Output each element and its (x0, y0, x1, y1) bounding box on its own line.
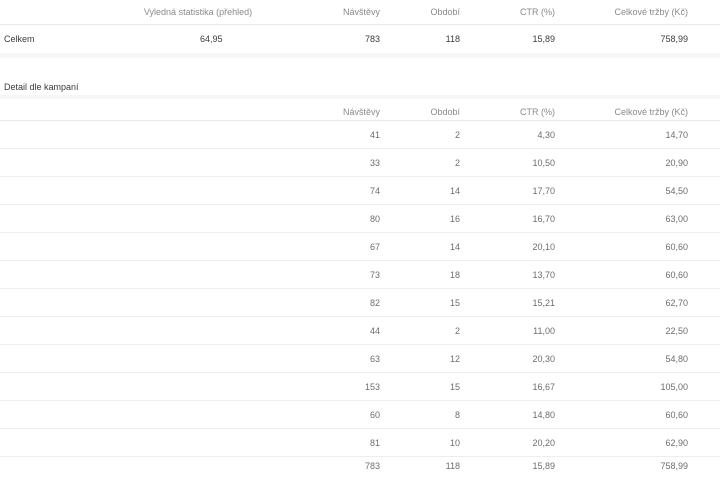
summary-header-col4: Celkové tržby (Kč) (614, 7, 688, 17)
table-row[interactable]: 41 2 4,30 14,70 (0, 121, 720, 149)
cell-ctr: 20,30 (532, 354, 555, 364)
cell-revenue: 62,70 (665, 298, 688, 308)
cell-revenue: 22,50 (665, 326, 688, 336)
table-row[interactable]: 63 12 20,30 54,80 (0, 345, 720, 373)
cell-revenue: 105,00 (660, 382, 688, 392)
cell-revenue: 20,90 (665, 158, 688, 168)
section-title: Detail dle kampaní (4, 82, 79, 92)
cell-revenue: 60,60 (665, 270, 688, 280)
cell-visits: 63 (369, 354, 380, 364)
total-revenue: 758,99 (660, 461, 688, 471)
divider (0, 24, 720, 25)
cell-period: 10 (449, 438, 460, 448)
section-band (0, 95, 720, 99)
section-header: Detail dle kampaní (0, 80, 720, 94)
cell-visits: 82 (369, 298, 380, 308)
cell-visits: 67 (369, 242, 380, 252)
table-row[interactable]: 74 14 17,70 54,50 (0, 177, 720, 205)
cell-revenue: 60,60 (665, 410, 688, 420)
table-row[interactable]: 60 8 14,80 60,60 (0, 401, 720, 429)
table-row[interactable]: 153 15 16,67 105,00 (0, 373, 720, 401)
summary-row-col3: 15,89 (532, 34, 555, 44)
table-row[interactable]: 33 2 10,50 20,90 (0, 149, 720, 177)
table-header-row: Návštěvy Období CTR (%) Celkové tržby (K… (0, 107, 720, 119)
summary-row-value: 64,95 (200, 34, 223, 44)
cell-ctr: 17,70 (532, 186, 555, 196)
cell-revenue: 14,70 (665, 130, 688, 140)
cell-period: 18 (449, 270, 460, 280)
cell-period: 15 (449, 382, 460, 392)
total-period: 118 (445, 461, 460, 471)
table-row[interactable]: 67 14 20,10 60,60 (0, 233, 720, 261)
summary-header-col1: Návštěvy (342, 7, 380, 17)
cell-period: 2 (454, 158, 460, 168)
cell-visits: 60 (369, 410, 380, 420)
cell-revenue: 63,00 (665, 214, 688, 224)
cell-period: 14 (449, 242, 460, 252)
cell-visits: 44 (369, 326, 380, 336)
table-header-col4: Celkové tržby (Kč) (614, 107, 688, 117)
cell-ctr: 16,70 (532, 214, 555, 224)
summary-header-label: Vyledná statistika (přehled) (143, 7, 253, 17)
summary-row-name: Celkem (4, 34, 35, 44)
cell-ctr: 14,80 (532, 410, 555, 420)
cell-visits: 33 (369, 158, 380, 168)
summary-header-col2: Období (430, 7, 460, 17)
table-header-col3: CTR (%) (520, 107, 555, 117)
summary-row-col1: 783 (364, 34, 380, 44)
table-row[interactable]: 44 2 11,00 22,50 (0, 317, 720, 345)
summary-value-row[interactable]: Celkem 64,95 783 118 15,89 758,99 (0, 34, 720, 48)
table-row[interactable]: 80 16 16,70 63,00 (0, 205, 720, 233)
cell-visits: 74 (369, 186, 380, 196)
table-header-col1: Návštěvy (342, 107, 380, 117)
cell-visits: 73 (369, 270, 380, 280)
cell-revenue: 60,60 (665, 242, 688, 252)
cell-ctr: 10,50 (532, 158, 555, 168)
cell-revenue: 62,90 (665, 438, 688, 448)
cell-period: 8 (454, 410, 460, 420)
cell-period: 15 (449, 298, 460, 308)
cell-ctr: 20,10 (532, 242, 555, 252)
table-row[interactable]: 73 18 13,70 60,60 (0, 261, 720, 289)
cell-revenue: 54,80 (665, 354, 688, 364)
cell-visits: 80 (369, 214, 380, 224)
cell-period: 12 (449, 354, 460, 364)
cell-visits: 41 (369, 130, 380, 140)
cell-ctr: 16,67 (532, 382, 555, 392)
cell-revenue: 54,50 (665, 186, 688, 196)
summary-row-col2: 118 (445, 34, 460, 44)
cell-ctr: 11,00 (533, 326, 555, 336)
cell-ctr: 20,20 (532, 438, 555, 448)
cell-visits: 153 (364, 382, 380, 392)
summary-header-col3: CTR (%) (520, 7, 555, 17)
cell-period: 2 (454, 326, 460, 336)
cell-period: 16 (449, 214, 460, 224)
summary-header-row: Vyledná statistika (přehled) Návštěvy Ob… (0, 7, 720, 21)
cell-ctr: 13,70 (532, 270, 555, 280)
table-total-row[interactable]: 783 118 15,89 758,99 (0, 452, 720, 480)
cell-ctr: 4,30 (537, 130, 555, 140)
summary-row-col4: 758,99 (660, 34, 688, 44)
total-visits: 783 (364, 461, 380, 471)
cell-visits: 81 (369, 438, 380, 448)
cell-period: 14 (449, 186, 460, 196)
table-header-col2: Období (430, 107, 460, 117)
total-ctr: 15,89 (532, 461, 555, 471)
summary-band (0, 53, 720, 58)
cell-ctr: 15,21 (532, 298, 555, 308)
cell-period: 2 (454, 130, 460, 140)
table-row[interactable]: 82 15 15,21 62,70 (0, 289, 720, 317)
